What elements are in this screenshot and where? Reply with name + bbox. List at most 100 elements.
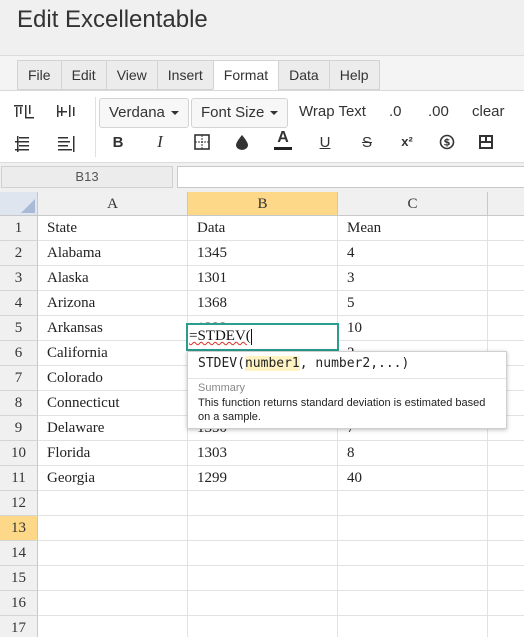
cell-c5[interactable]: 10	[338, 316, 488, 341]
tab-edit[interactable]: Edit	[60, 60, 106, 90]
cell-c16[interactable]	[338, 591, 488, 616]
cell-b11[interactable]: 1299	[188, 466, 338, 491]
cell-b16[interactable]	[188, 591, 338, 616]
cell-a13[interactable]	[38, 516, 188, 541]
fill-color-icon[interactable]	[231, 131, 253, 153]
select-all-corner[interactable]	[0, 192, 38, 216]
cell-c1[interactable]: Mean	[338, 216, 488, 241]
tab-format[interactable]: Format	[212, 60, 279, 90]
cell-a3[interactable]: Alaska	[38, 266, 188, 291]
align-top-icon[interactable]	[13, 101, 35, 123]
cell-a17[interactable]	[38, 616, 188, 637]
font-family-dropdown[interactable]: Verdana	[99, 98, 189, 128]
wrap-text-button[interactable]: Wrap Text	[299, 103, 366, 120]
row-header-12[interactable]: 12	[0, 491, 38, 516]
font-color-button[interactable]: A	[272, 129, 294, 151]
decimal-decrease-button[interactable]: .0	[389, 103, 402, 120]
cell-d17[interactable]	[488, 616, 524, 637]
cell-d1[interactable]	[488, 216, 524, 241]
cell-b17[interactable]	[188, 616, 338, 637]
row-header-4[interactable]: 4	[0, 291, 38, 316]
row-header-1[interactable]: 1	[0, 216, 38, 241]
cell-b3[interactable]: 1301	[188, 266, 338, 291]
cell-c15[interactable]	[338, 566, 488, 591]
cell-a16[interactable]	[38, 591, 188, 616]
row-header-3[interactable]: 3	[0, 266, 38, 291]
row-header-14[interactable]: 14	[0, 541, 38, 566]
cell-d14[interactable]	[488, 541, 524, 566]
cell-a2[interactable]: Alabama	[38, 241, 188, 266]
row-header-8[interactable]: 8	[0, 391, 38, 416]
cell-d4[interactable]	[488, 291, 524, 316]
italic-button[interactable]: I	[149, 131, 171, 153]
tab-view[interactable]: View	[105, 60, 157, 90]
underline-button[interactable]: U	[314, 131, 336, 153]
cell-d2[interactable]	[488, 241, 524, 266]
clear-button[interactable]: clear	[472, 103, 505, 120]
border-icon[interactable]	[191, 131, 213, 153]
row-header-6[interactable]: 6	[0, 341, 38, 366]
cell-c17[interactable]	[338, 616, 488, 637]
cell-c4[interactable]: 5	[338, 291, 488, 316]
cell-c2[interactable]: 4	[338, 241, 488, 266]
cell-b1[interactable]: Data	[188, 216, 338, 241]
cell-a5[interactable]: Arkansas	[38, 316, 188, 341]
cell-b13[interactable]	[188, 516, 338, 541]
cell-d12[interactable]	[488, 491, 524, 516]
row-header-7[interactable]: 7	[0, 366, 38, 391]
cell-b4[interactable]: 1368	[188, 291, 338, 316]
cell-editor[interactable]: =STDEV(	[186, 323, 339, 351]
cell-d3[interactable]	[488, 266, 524, 291]
row-header-9[interactable]: 9	[0, 416, 38, 441]
align-bottom-icon[interactable]	[13, 133, 35, 155]
cell-a4[interactable]: Arizona	[38, 291, 188, 316]
column-header-a[interactable]: A	[38, 192, 188, 216]
cell-a8[interactable]: Connecticut	[38, 391, 188, 416]
column-header-d[interactable]	[488, 192, 524, 216]
cell-d16[interactable]	[488, 591, 524, 616]
tab-help[interactable]: Help	[328, 60, 380, 90]
row-header-2[interactable]: 2	[0, 241, 38, 266]
align-middle-icon[interactable]	[56, 101, 78, 123]
font-size-dropdown[interactable]: Font Size	[191, 98, 289, 128]
merge-cells-icon[interactable]	[475, 131, 497, 153]
cell-a6[interactable]: California	[38, 341, 188, 366]
tab-insert[interactable]: Insert	[156, 60, 213, 90]
row-header-16[interactable]: 16	[0, 591, 38, 616]
tab-data[interactable]: Data	[278, 60, 329, 90]
row-header-13[interactable]: 13	[0, 516, 38, 541]
cell-a15[interactable]	[38, 566, 188, 591]
cell-a12[interactable]	[38, 491, 188, 516]
decimal-increase-button[interactable]: .00	[428, 103, 449, 120]
cell-a1[interactable]: State	[38, 216, 188, 241]
cell-d10[interactable]	[488, 441, 524, 466]
cell-c3[interactable]: 3	[338, 266, 488, 291]
cell-reference-box[interactable]: B13	[1, 166, 173, 188]
column-header-b[interactable]: B	[188, 192, 338, 216]
function-autocomplete[interactable]: STDEV(number1, number2,...) Summary This…	[187, 351, 507, 429]
cell-c10[interactable]: 8	[338, 441, 488, 466]
row-header-17[interactable]: 17	[0, 616, 38, 637]
currency-icon[interactable]: $	[436, 131, 458, 153]
bold-button[interactable]: B	[107, 131, 129, 153]
row-header-15[interactable]: 15	[0, 566, 38, 591]
row-header-5[interactable]: 5	[0, 316, 38, 341]
cell-d13[interactable]	[488, 516, 524, 541]
cell-b10[interactable]: 1303	[188, 441, 338, 466]
strikethrough-button[interactable]: S	[356, 131, 378, 153]
row-header-11[interactable]: 11	[0, 466, 38, 491]
cell-b12[interactable]	[188, 491, 338, 516]
cell-a11[interactable]: Georgia	[38, 466, 188, 491]
cell-c12[interactable]	[338, 491, 488, 516]
superscript-button[interactable]: x²	[396, 130, 418, 152]
cell-a9[interactable]: Delaware	[38, 416, 188, 441]
tab-file[interactable]: File	[17, 60, 61, 90]
cell-c13[interactable]	[338, 516, 488, 541]
column-header-c[interactable]: C	[338, 192, 488, 216]
cell-b2[interactable]: 1345	[188, 241, 338, 266]
cell-a10[interactable]: Florida	[38, 441, 188, 466]
cell-a7[interactable]: Colorado	[38, 366, 188, 391]
align-right-icon[interactable]	[56, 133, 78, 155]
cell-c14[interactable]	[338, 541, 488, 566]
cell-d15[interactable]	[488, 566, 524, 591]
